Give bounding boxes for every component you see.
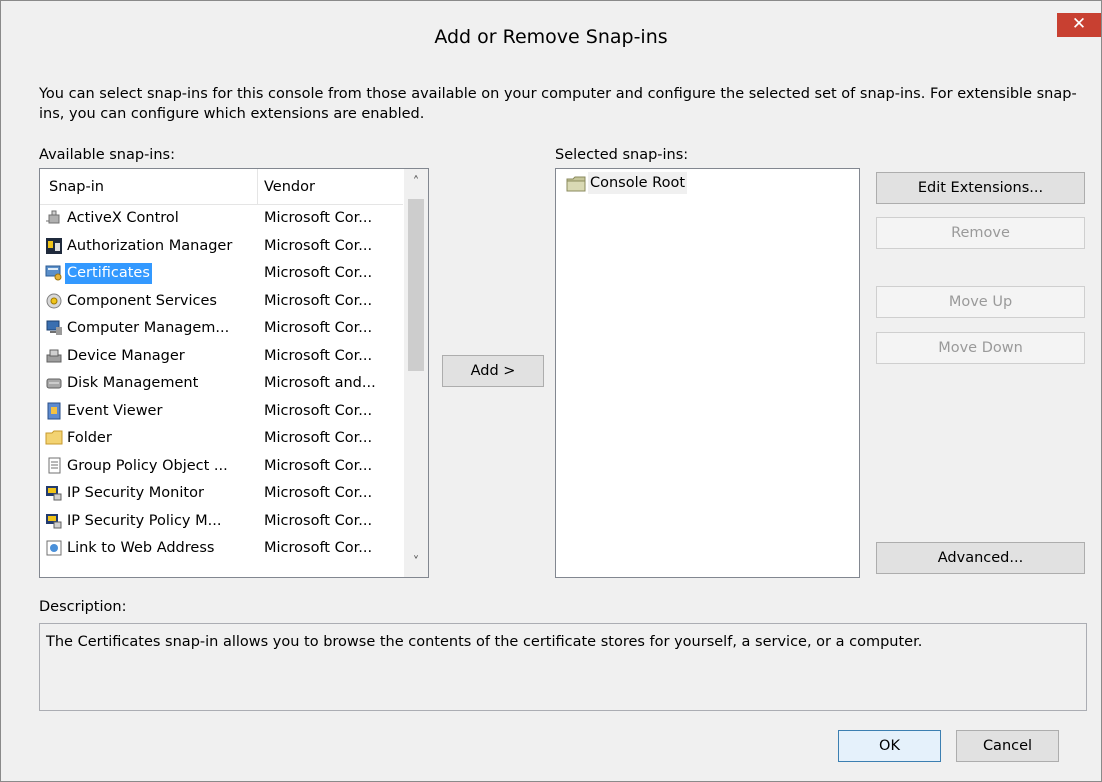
- snapin-name: IP Security Monitor: [67, 485, 204, 501]
- table-row[interactable]: Group Policy Object ... Microsoft Cor...: [40, 453, 403, 480]
- vertical-scrollbar[interactable]: ˄ ˅: [404, 169, 428, 577]
- ip-security-monitor-icon: [46, 486, 62, 501]
- title-bar: Add or Remove Snap-ins ✕: [1, 1, 1101, 75]
- snapin-vendor: Microsoft Cor...: [264, 430, 373, 446]
- table-row[interactable]: IP Security Monitor Microsoft Cor...: [40, 480, 403, 507]
- computer-management-icon: [46, 320, 62, 335]
- column-header-vendor[interactable]: Vendor: [264, 179, 315, 195]
- ip-security-policy-icon: [46, 513, 62, 528]
- table-row[interactable]: Link to Web Address Microsoft Cor...: [40, 535, 403, 562]
- move-up-button[interactable]: Move Up: [876, 286, 1085, 318]
- table-row[interactable]: Component Services Microsoft Cor...: [40, 288, 403, 315]
- snapin-name: Computer Managem...: [67, 320, 230, 336]
- snapin-name: Folder: [67, 430, 112, 446]
- table-row[interactable]: Authorization Manager Microsoft Cor...: [40, 233, 403, 260]
- description-box: The Certificates snap-in allows you to b…: [39, 623, 1087, 711]
- cancel-button[interactable]: Cancel: [956, 730, 1059, 762]
- web-link-icon: [46, 540, 62, 556]
- description-label: Description:: [39, 599, 127, 615]
- table-row[interactable]: Device Manager Microsoft Cor...: [40, 343, 403, 370]
- event-viewer-icon: [47, 402, 61, 419]
- ok-button[interactable]: OK: [838, 730, 941, 762]
- snapin-vendor: Microsoft Cor...: [264, 512, 373, 529]
- remove-button[interactable]: Remove: [876, 217, 1085, 249]
- table-row[interactable]: Folder Microsoft Cor...: [40, 425, 403, 452]
- snapin-vendor: Microsoft Cor...: [264, 457, 373, 474]
- snapin-name: ActiveX Control: [67, 210, 179, 226]
- disk-management-icon: [46, 378, 62, 389]
- table-row[interactable]: Disk Management Microsoft and...: [40, 370, 403, 397]
- column-header-snapin[interactable]: Snap-in: [49, 179, 104, 195]
- snapin-name: Link to Web Address: [67, 540, 215, 556]
- snapin-name: IP Security Policy M...: [67, 512, 222, 529]
- close-icon: ✕: [1071, 14, 1087, 34]
- snapin-vendor: Microsoft Cor...: [264, 485, 373, 501]
- list-item[interactable]: Console Root: [556, 169, 859, 196]
- folder-icon: [45, 430, 63, 445]
- list-header: Snap-in Vendor: [40, 169, 403, 205]
- snapin-name: Component Services: [67, 292, 217, 309]
- snapin-vendor: Microsoft Cor...: [264, 347, 373, 364]
- dialog-window: Add or Remove Snap-ins ✕ You can select …: [0, 0, 1102, 782]
- advanced-button[interactable]: Advanced...: [876, 542, 1085, 574]
- intro-text: You can select snap-ins for this console…: [39, 86, 1077, 122]
- column-separator[interactable]: [257, 169, 258, 205]
- snapin-name: Authorization Manager: [67, 237, 233, 254]
- snapin-name: Device Manager: [67, 347, 185, 364]
- dialog-title: Add or Remove Snap-ins: [434, 26, 668, 48]
- snapin-vendor: Microsoft Cor...: [264, 540, 373, 556]
- snapin-name: Event Viewer: [67, 402, 163, 419]
- snapin-name: Certificates: [65, 263, 152, 284]
- device-manager-icon: [46, 349, 62, 362]
- component-services-icon: [46, 293, 62, 308]
- scroll-down-icon[interactable]: ˅: [404, 549, 428, 577]
- snapin-vendor: Microsoft Cor...: [264, 320, 373, 336]
- table-row[interactable]: ActiveX Control Microsoft Cor...: [40, 205, 403, 232]
- snapin-vendor: Microsoft Cor...: [264, 402, 373, 419]
- table-row[interactable]: IP Security Policy M... Microsoft Cor...: [40, 508, 403, 535]
- available-snapins-list[interactable]: Snap-in Vendor ActiveX Control Microsoft …: [39, 168, 429, 578]
- authorization-manager-icon: [46, 237, 62, 254]
- snapin-vendor: Microsoft and...: [264, 375, 376, 391]
- edit-extensions-button[interactable]: Edit Extensions...: [876, 172, 1085, 204]
- table-row[interactable]: Certificates Microsoft Cor...: [40, 260, 403, 287]
- snapin-name: Group Policy Object ...: [67, 457, 228, 474]
- snapin-vendor: Microsoft Cor...: [264, 237, 373, 254]
- snapin-name: Disk Management: [67, 375, 199, 391]
- group-policy-icon: [48, 457, 61, 473]
- available-snapins-label: Available snap-ins:: [39, 147, 175, 163]
- snapin-vendor: Microsoft Cor...: [264, 292, 373, 309]
- console-root-label: Console Root: [588, 172, 688, 194]
- selected-snapins-list[interactable]: Console Root: [555, 168, 860, 578]
- add-button[interactable]: Add >: [442, 355, 544, 387]
- close-button[interactable]: ✕: [1057, 13, 1101, 37]
- table-row[interactable]: Event Viewer Microsoft Cor...: [40, 398, 403, 425]
- snapin-vendor: Microsoft Cor...: [264, 265, 373, 281]
- certificates-icon: [45, 265, 62, 281]
- selected-snapins-label: Selected snap-ins:: [555, 147, 689, 163]
- activex-control-icon: [46, 210, 60, 224]
- move-down-button[interactable]: Move Down: [876, 332, 1085, 364]
- snapin-vendor: Microsoft Cor...: [264, 210, 373, 226]
- dialog-body: You can select snap-ins for this console…: [23, 75, 1089, 771]
- table-row[interactable]: Computer Managem... Microsoft Cor...: [40, 315, 403, 342]
- scroll-thumb[interactable]: [408, 199, 424, 371]
- folder-icon: [566, 176, 586, 192]
- scroll-up-icon[interactable]: ˄: [404, 169, 428, 197]
